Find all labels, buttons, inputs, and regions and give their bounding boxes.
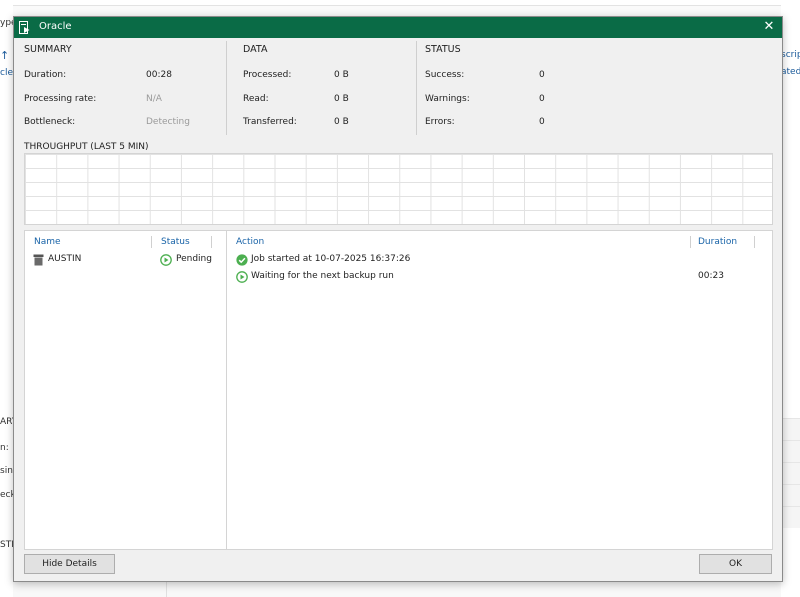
action-text: Waiting for the next backup run [251,271,394,281]
data-heading: DATA [243,44,268,55]
job-icon [19,21,30,34]
action-row[interactable]: Waiting for the next backup run 00:23 [227,269,772,285]
column-divider[interactable] [211,236,212,248]
background-grid [781,418,800,528]
object-row[interactable]: AUSTIN Pending [25,252,226,268]
background-fragment: ARY [0,417,13,427]
background-left-pane: ype ↑ cle ARY n: sing eck STIN [0,5,13,597]
throughput-chart [24,153,773,225]
job-session-dialog: Oracle ✕ SUMMARY Duration: 00:28 Process… [13,16,783,582]
summary-heading: SUMMARY [24,44,72,55]
warnings-value: 0 [539,94,545,104]
transferred-value: 0 B [334,117,349,127]
warnings-label: Warnings: [425,94,470,104]
bottleneck-value: Detecting [146,117,190,127]
object-status: Pending [176,254,212,264]
column-divider[interactable] [151,236,152,248]
background-fragment: sing [0,466,13,476]
server-icon [33,254,44,266]
dialog-titlebar[interactable]: Oracle ✕ [14,17,782,38]
processing-rate-label: Processing rate: [24,94,97,104]
success-value: 0 [539,70,545,80]
errors-value: 0 [539,117,545,127]
section-divider [416,41,417,135]
throughput-label: THROUGHPUT (LAST 5 MIN) [24,142,149,152]
status-heading: STATUS [425,44,461,55]
background-fragment: ated [781,67,800,77]
background-fragment: n: [0,443,9,453]
object-name: AUSTIN [48,254,82,264]
read-label: Read: [243,94,269,104]
pending-play-icon [160,254,172,266]
actions-panel: Action Duration Job started at 10-07-202… [226,230,773,550]
column-divider[interactable] [754,236,755,248]
read-value: 0 B [334,94,349,104]
action-row[interactable]: Job started at 10-07-2025 16:37:26 [227,252,772,268]
pending-play-icon [236,271,248,283]
transferred-label: Transferred: [243,117,297,127]
background-fragment: eck [0,490,13,500]
action-text: Job started at 10-07-2025 16:37:26 [251,254,411,264]
background-fragment: ype [0,18,13,28]
column-header-action[interactable]: Action [236,237,264,247]
ok-button[interactable]: OK [699,554,772,574]
duration-label: Duration: [24,70,67,80]
processed-value: 0 B [334,70,349,80]
background-divider [166,581,167,597]
background-topbar [0,0,800,6]
background-arrow: ↑ [0,49,10,62]
close-icon[interactable]: ✕ [762,19,776,35]
column-header-duration[interactable]: Duration [698,237,737,247]
column-header-status[interactable]: Status [161,237,190,247]
objects-panel: Name Status AUSTIN Pending [24,230,227,550]
action-duration: 00:23 [698,271,724,281]
background-bottom [13,581,781,597]
column-divider[interactable] [690,236,691,248]
hide-details-button[interactable]: Hide Details [24,554,115,574]
errors-label: Errors: [425,117,455,127]
success-label: Success: [425,70,465,80]
background-fragment: cle [0,68,13,78]
processing-rate-value: N/A [146,94,162,104]
processed-label: Processed: [243,70,292,80]
duration-value: 00:28 [146,70,172,80]
background-fragment: script [781,50,800,60]
section-divider [226,41,227,135]
dialog-title: Oracle [39,21,72,32]
column-header-name[interactable]: Name [34,237,61,247]
success-check-icon [236,254,248,266]
bottleneck-label: Bottleneck: [24,117,76,127]
background-fragment: STIN [0,540,13,550]
